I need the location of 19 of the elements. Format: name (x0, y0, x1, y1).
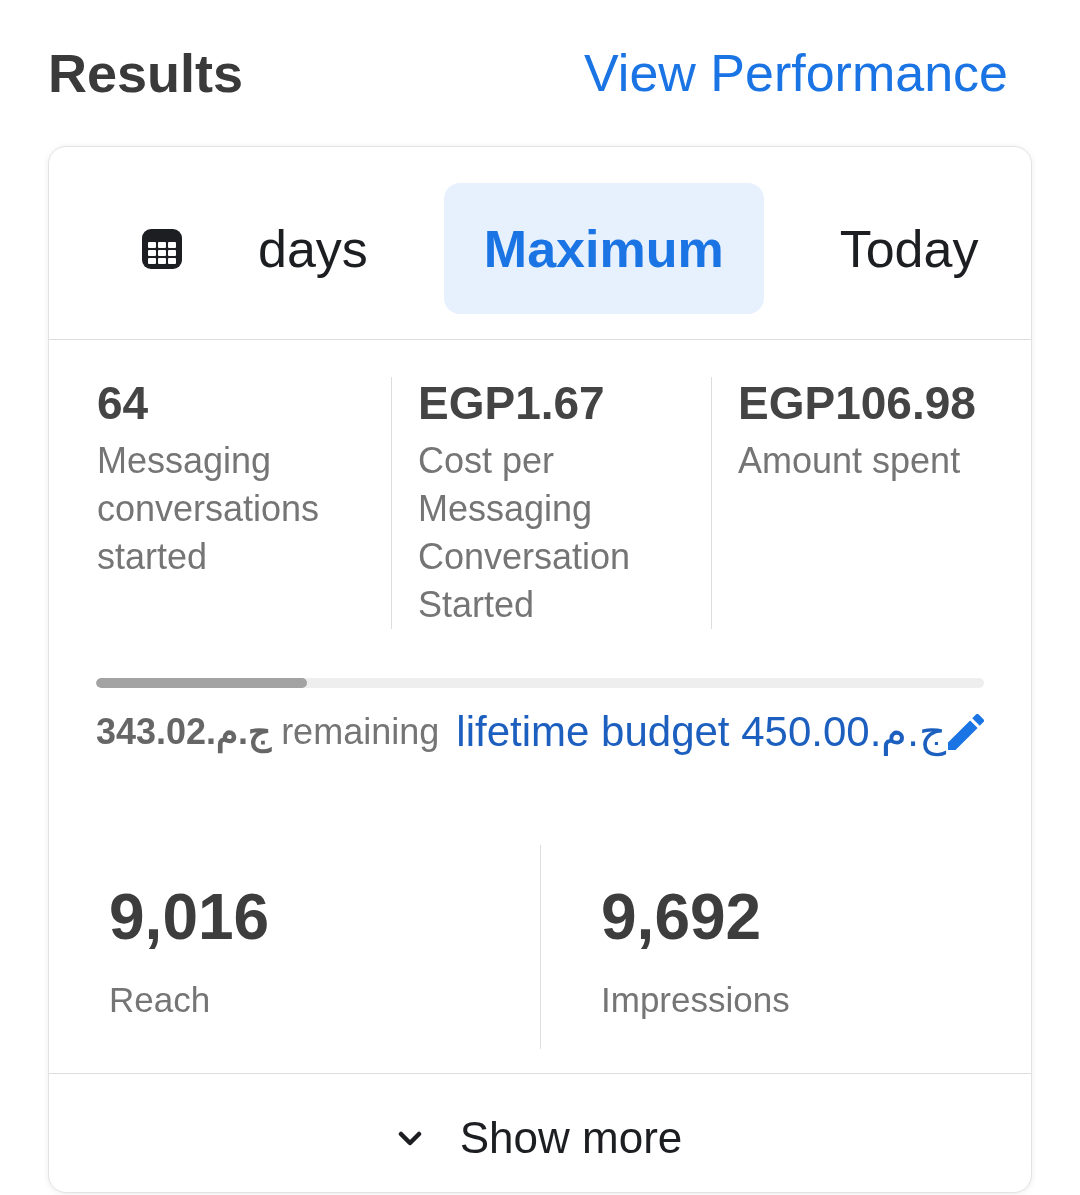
total-label: Impressions (601, 979, 791, 1021)
metric-value: 64 (97, 377, 150, 429)
pencil-icon (948, 714, 984, 750)
metric-value: EGP106.98 (738, 377, 977, 429)
total-value: 9,016 (109, 881, 271, 953)
show-more-button[interactable]: Show more (397, 1110, 683, 1166)
date-range-tab[interactable]: Today (799, 183, 1019, 314)
metric-label: Messaging conversations started (97, 439, 321, 579)
total-label: Reach (109, 979, 212, 1021)
lifetime-budget-link[interactable]: lifetime budget 450.00ج.م. (456, 708, 984, 756)
metric-label: Cost per Messaging Conversation Started (418, 439, 632, 627)
date-range-tab[interactable]: Maximum (443, 183, 764, 314)
view-performance-link[interactable]: View Performance (584, 47, 1008, 99)
date-range-tab[interactable]: days (218, 183, 408, 314)
calendar-icon[interactable] (142, 228, 182, 269)
total-value: 9,692 (601, 881, 763, 953)
metric-value: EGP1.67 (418, 377, 606, 429)
section-title: Results (48, 46, 244, 100)
metric-label: Amount spent (738, 439, 962, 483)
